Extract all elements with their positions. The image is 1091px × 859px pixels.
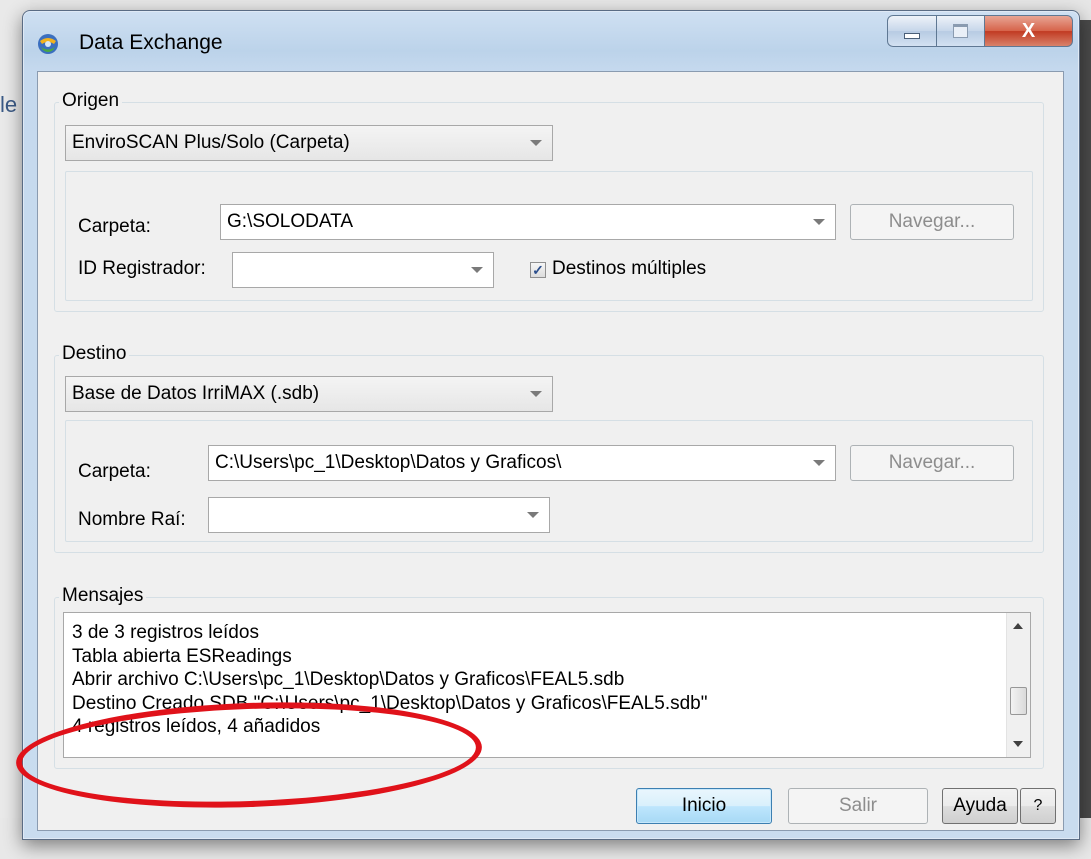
destino-settings-panel: Carpeta: C:\Users\pc_1\Desktop\Datos y G… xyxy=(65,420,1033,542)
chevron-down-icon xyxy=(813,460,825,466)
help-cursor-icon: ? xyxy=(1033,797,1043,814)
origen-navegar-button[interactable]: Navegar... xyxy=(850,204,1014,240)
chevron-down-icon xyxy=(471,267,483,273)
chevron-down-icon xyxy=(813,219,825,225)
origen-carpeta-value: G:\SOLODATA xyxy=(227,211,353,232)
salir-button[interactable]: Salir xyxy=(788,788,928,824)
destinos-multiples-label[interactable]: Destinos múltiples xyxy=(552,258,706,280)
inicio-button[interactable]: Inicio xyxy=(636,788,772,824)
origen-group-label: Origen xyxy=(59,90,123,112)
message-line: Destino Creado SDB "C:\Users\pc_1\Deskto… xyxy=(72,692,708,714)
destino-group-label: Destino xyxy=(59,343,130,365)
source-type-select[interactable]: EnviroSCAN Plus/Solo (Carpeta) xyxy=(65,125,553,161)
ayuda-button[interactable]: Ayuda xyxy=(942,788,1018,824)
background-text-fragment: le xyxy=(0,92,18,117)
destino-carpeta-combo[interactable]: C:\Users\pc_1\Desktop\Datos y Graficos\ xyxy=(208,445,836,481)
chevron-down-icon xyxy=(530,140,542,146)
message-line: 3 de 3 registros leídos xyxy=(72,622,259,643)
chevron-down-icon xyxy=(530,391,542,397)
scroll-down-arrow-icon[interactable] xyxy=(1013,741,1023,747)
id-registrador-label: ID Registrador: xyxy=(78,258,206,279)
close-icon: X xyxy=(1021,19,1036,42)
checkmark-icon: ✓ xyxy=(532,262,544,278)
title-bar[interactable]: Data Exchange X xyxy=(23,11,1079,71)
nombre-raiz-label: Nombre Raí: xyxy=(78,509,186,530)
data-exchange-app-icon xyxy=(38,34,58,54)
scroll-thumb[interactable] xyxy=(1010,687,1027,715)
origen-group: Origen EnviroSCAN Plus/Solo (Carpeta) Ca… xyxy=(54,90,1044,312)
minimize-button[interactable] xyxy=(887,15,937,47)
close-button[interactable]: X xyxy=(985,15,1073,47)
origen-carpeta-label: Carpeta: xyxy=(78,216,151,237)
destinos-multiples-checkbox[interactable]: ✓ xyxy=(530,262,546,278)
dialog-client-area: Origen EnviroSCAN Plus/Solo (Carpeta) Ca… xyxy=(37,71,1064,831)
origen-carpeta-combo[interactable]: G:\SOLODATA xyxy=(220,204,836,240)
scroll-up-arrow-icon[interactable] xyxy=(1013,623,1023,629)
destino-carpeta-value: C:\Users\pc_1\Desktop\Datos y Graficos\ xyxy=(215,452,562,473)
maximize-icon xyxy=(953,24,968,38)
source-type-value: EnviroSCAN Plus/Solo (Carpeta) xyxy=(72,132,350,153)
destino-group: Destino Base de Datos IrriMAX (.sdb) Car… xyxy=(54,343,1044,553)
mensajes-group: Mensajes 3 de 3 registros leídos Tabla a… xyxy=(54,585,1044,769)
message-line: Tabla abierta ESReadings xyxy=(72,645,292,667)
window-controls: X xyxy=(887,15,1073,49)
data-exchange-window: Data Exchange X Origen EnviroSCAN Plus/S… xyxy=(22,10,1080,840)
origen-settings-panel: Carpeta: G:\SOLODATA Navegar... ID Regis… xyxy=(65,171,1033,301)
message-line: Abrir archivo C:\Users\pc_1\Desktop\Dato… xyxy=(72,669,625,691)
destino-navegar-button[interactable]: Navegar... xyxy=(850,445,1014,481)
nombre-raiz-combo[interactable] xyxy=(208,497,550,533)
maximize-button[interactable] xyxy=(937,15,985,47)
minimize-icon xyxy=(904,33,920,39)
id-registrador-combo[interactable] xyxy=(232,252,494,288)
dest-type-select[interactable]: Base de Datos IrriMAX (.sdb) xyxy=(65,376,553,412)
window-title: Data Exchange xyxy=(79,31,223,54)
destino-carpeta-label: Carpeta: xyxy=(78,461,151,482)
dest-type-value: Base de Datos IrriMAX (.sdb) xyxy=(72,383,320,404)
help-pointer-button[interactable]: ? xyxy=(1020,788,1056,824)
message-line: 4 registros leídos, 4 añadidos xyxy=(72,716,321,738)
chevron-down-icon xyxy=(527,512,539,518)
messages-log[interactable]: 3 de 3 registros leídos Tabla abierta ES… xyxy=(63,612,1031,758)
messages-scrollbar[interactable] xyxy=(1006,613,1030,757)
messages-lines: 3 de 3 registros leídos Tabla abierta ES… xyxy=(72,621,707,739)
mensajes-group-label: Mensajes xyxy=(59,585,147,607)
